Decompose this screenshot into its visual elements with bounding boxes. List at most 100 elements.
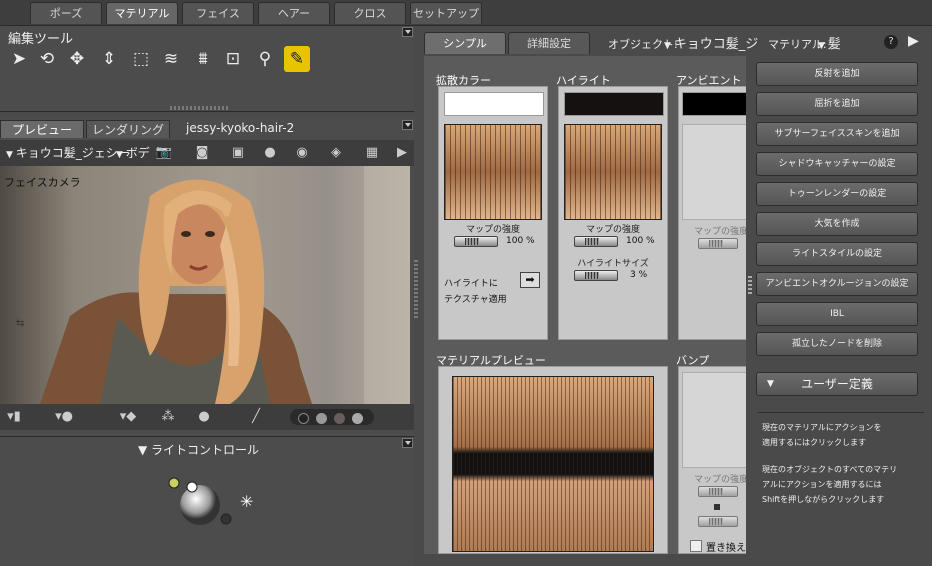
layers-icon[interactable]: ≋ [160,48,182,70]
add-reflection-button[interactable]: 反射を追加 [756,62,918,86]
eyedropper-icon[interactable]: ✎ [284,46,310,72]
highlight-strength-label: マップの強度 [585,225,640,235]
help-text-1: 現在のマテリアルにアクションを [762,423,882,432]
light-style-button[interactable]: ライトスタイルの設定 [756,242,918,266]
expand-right-icon[interactable]: ▶ [908,33,919,49]
svg-text:✳: ✳ [240,492,253,511]
multi-sphere-icon[interactable]: ⁂ [158,408,178,426]
material-dropdown[interactable]: 髪 [818,33,841,52]
bump-strength-dial[interactable] [698,486,738,497]
bump-texture-slot[interactable] [682,372,746,468]
tab-hair[interactable]: ヘアー [258,2,330,24]
rotate-icon[interactable]: ⟲ [36,48,58,70]
highlight-strength-dial[interactable] [574,236,618,247]
help-text-2: 適用するにはクリックします [762,438,866,447]
highlight-color-swatch[interactable] [564,92,664,116]
light-control-title[interactable]: ▼ ライトコントロール [138,441,259,458]
tab-pose[interactable]: ポーズ [30,2,102,24]
ground-plane-icon[interactable]: ◈ [326,144,346,162]
shadow-catcher-button[interactable]: シャドウキャッチャーの設定 [756,152,918,176]
arrow-icon[interactable]: ➤ [8,48,30,70]
highlight-texture-thumb[interactable] [564,124,662,220]
diffuse-strength-value: 100 % [506,236,535,246]
toon-render-button[interactable]: トゥーンレンダーの設定 [756,182,918,206]
camera-group-icon[interactable]: ▦ [362,144,382,162]
user-defined-button[interactable]: ▼ ユーザー定義 [756,372,918,396]
preview-bottom-bar: ▾▮ ▾● ▾◆ ⁂ ● ╱ [0,404,414,430]
material-preview-image [452,376,654,552]
render-icon[interactable]: ▣ [228,144,248,162]
create-atmosphere-button[interactable]: 大気を作成 [756,212,918,236]
actions-divider [758,412,924,413]
resize-grip[interactable] [170,106,230,110]
user-defined-chevron-icon: ▼ [767,379,774,389]
diffuse-color-swatch[interactable] [444,92,544,116]
small-sphere-icon[interactable]: ● [194,408,214,426]
tab-rendering[interactable]: レンダリング [86,120,170,138]
material-header: シンプル 詳細設定 オブジェクト: キョウコ髪_ジ マテリアル: 髪 ? ▶ [418,32,932,54]
camera-dim-icon[interactable]: ◙ [192,144,212,162]
tab-material[interactable]: マテリアル [106,2,178,24]
add-subsurface-skin-button[interactable]: サブサーフェイススキンを追加 [756,122,918,146]
magnifier-icon[interactable]: ⚲ [254,48,276,70]
sphere-icon[interactable]: ● [260,144,280,162]
edit-tools-panel: 編集ツール ➤ ⟲ ✥ ⇕ ⬚ ≋ ⩩ ⊡ ⚲ ✎ [0,26,414,112]
up-down-icon[interactable]: ⇕ [98,48,120,70]
help-text-4: アルにアクションを適用するには [762,480,882,489]
cone-dropdown-icon[interactable]: ▾◆ [118,408,138,426]
apply-highlight-label-1: ハイライトに [444,279,498,289]
shaded-sphere-icon[interactable]: ◉ [292,144,312,162]
ambient-texture-slot[interactable] [682,124,746,220]
camera-icon[interactable]: 📷 [154,144,174,162]
highlight-size-dial[interactable] [574,270,618,281]
bump-strength-label: マップの強度 [693,475,746,485]
swatch-gray[interactable] [316,413,327,424]
light-sphere[interactable]: ✳ [160,475,280,545]
swatch-dark-red[interactable] [334,413,345,424]
add-refraction-button[interactable]: 屈折を追加 [756,92,918,116]
tab-advanced[interactable]: 詳細設定 [508,32,590,54]
ambient-strength-dial[interactable] [698,238,738,249]
highlight-size-label: ハイライトサイズ [577,259,649,269]
apply-highlight-label-2: テクスチャ適用 [444,295,507,305]
apply-highlight-arrow-button[interactable]: ➡ [520,272,540,288]
figure-render: ⇆ [16,179,312,404]
bump-amount-dial[interactable] [698,516,738,527]
scale-icon[interactable]: ⬚ [130,48,152,70]
tab-cloth[interactable]: クロス [334,2,406,24]
light-control-title-text: ライトコントロール [151,443,260,457]
tab-setup[interactable]: セットアップ [410,2,482,24]
replace-checkbox[interactable] [690,540,702,552]
frame-icon[interactable]: ⊡ [222,48,244,70]
delete-orphan-nodes-button[interactable]: 孤立したノードを削除 [756,332,918,356]
floor-dropdown-icon[interactable]: ▾▮ [4,408,24,426]
object-dropdown[interactable]: キョウコ髪_ジ [664,33,759,52]
ambient-color-swatch[interactable] [682,92,746,116]
edit-tools-menu-icon[interactable] [402,27,413,37]
sphere-dropdown-icon[interactable]: ▾● [54,408,74,426]
light-menu-icon[interactable] [402,438,413,448]
3d-viewport[interactable]: フェイスカメラ ⇆ [0,166,410,404]
part-dropdown[interactable]: ボデ [116,144,150,161]
vertical-splitter[interactable] [414,260,418,320]
swatch-black[interactable] [298,413,309,424]
scroll-right-icon[interactable]: ▶ [392,144,412,162]
diffuse-strength-dial[interactable] [454,236,498,247]
diffuse-texture-thumb[interactable] [444,124,542,220]
preview-menu-icon[interactable] [402,120,413,130]
ambient-occlusion-button[interactable]: アンビエントオクルージョンの設定 [756,272,918,296]
line-tool-icon[interactable]: ╱ [246,408,266,426]
tab-simple[interactable]: シンプル [424,32,506,54]
swatch-light[interactable] [352,413,363,424]
tab-face[interactable]: フェイス [182,2,254,24]
figure-dropdown[interactable]: キョウコ髪_ジェシー [6,144,130,161]
ibl-button[interactable]: IBL [756,302,918,326]
material-body: 拡散カラー マップの強度 100 % ハイライトに テクスチャ適用 ➡ ハイライ… [424,56,746,554]
move-icon[interactable]: ✥ [66,48,88,70]
svg-text:⇆: ⇆ [16,318,24,329]
taper-icon[interactable]: ⩩ [192,48,214,70]
preview-toolbar: キョウコ髪_ジェシー ボデ 📷 ◙ ▣ ● ◉ ◈ ▦ ▶ [0,140,414,166]
tab-preview[interactable]: プレビュー [0,120,84,138]
help-icon[interactable]: ? [884,35,898,49]
bump-indicator [714,504,720,510]
